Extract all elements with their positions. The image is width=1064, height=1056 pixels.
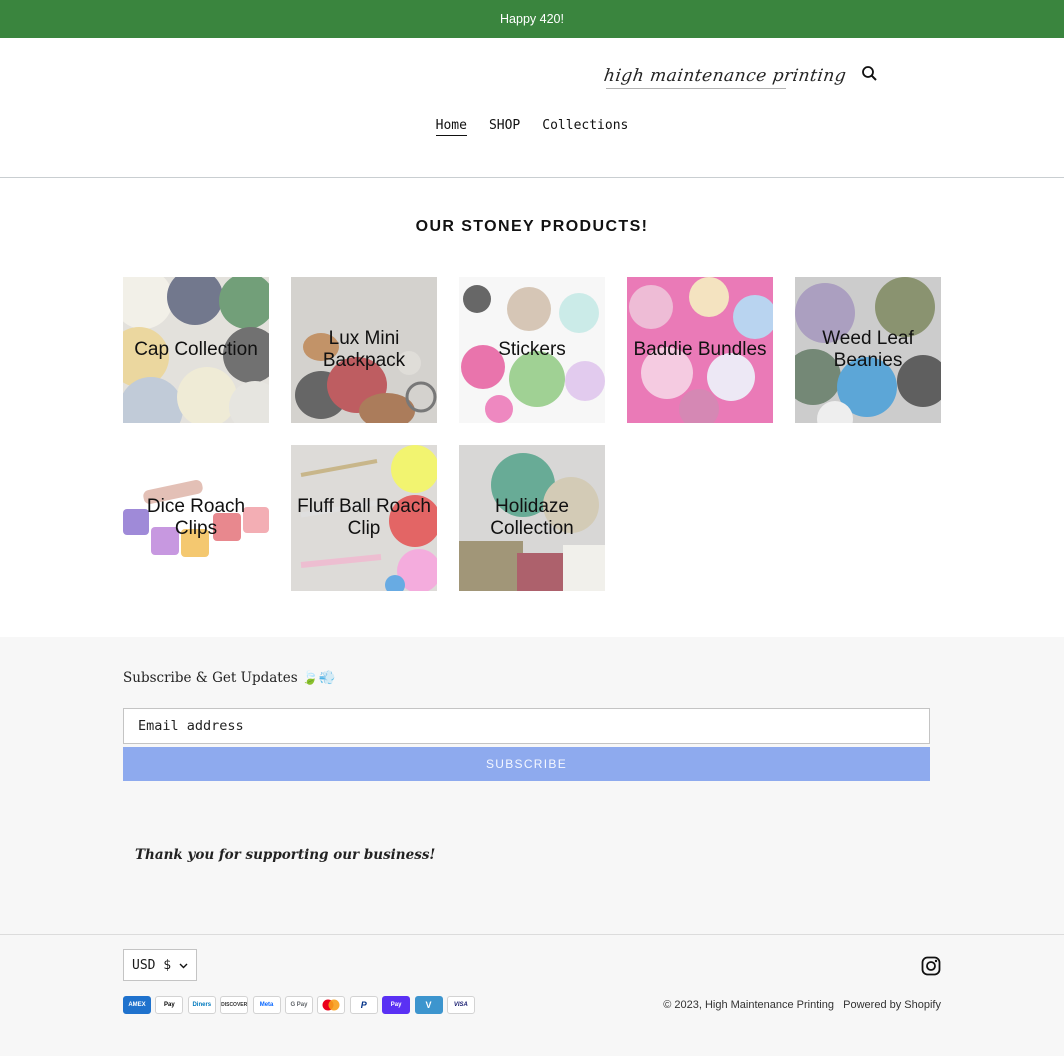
collection-card-backpack[interactable]: Lux Mini Backpack: [291, 277, 437, 423]
diners-club-icon: Diners: [187, 996, 216, 1014]
mastercard-icon: [317, 996, 346, 1014]
store-logo[interactable]: high maintenance printing: [603, 66, 848, 86]
currency-selector[interactable]: USD $: [123, 949, 197, 981]
footer-divider: [0, 934, 1064, 935]
collection-card-stickers[interactable]: Stickers: [459, 277, 605, 423]
shop-pay-icon: Pay: [382, 996, 411, 1014]
copyright-text: © 2023,: [663, 999, 702, 1011]
store-name-link[interactable]: High Maintenance Printing: [705, 999, 834, 1011]
section-title: OUR STONEY PRODUCTS!: [415, 218, 649, 235]
subscribe-button[interactable]: SUBSCRIBE: [123, 747, 930, 781]
collection-label: Fluff Ball Roach Clip: [297, 495, 431, 539]
collection-label: Baddie Bundles: [633, 338, 767, 360]
collection-card-fluff-ball[interactable]: Fluff Ball Roach Clip: [291, 445, 437, 591]
discover-icon: DISCOVER: [220, 996, 249, 1014]
email-field[interactable]: [123, 708, 930, 744]
payment-icons: AMEX Pay Diners DISCOVER Meta G Pay P Pa…: [123, 996, 475, 1014]
collection-label: Lux Mini Backpack: [322, 327, 406, 371]
site-header: high maintenance printing Home SHOP Coll…: [0, 38, 1064, 178]
nav-shop[interactable]: SHOP: [489, 118, 520, 136]
meta-pay-icon: Meta: [252, 996, 281, 1014]
paypal-icon: P: [349, 996, 378, 1014]
collection-label: Weed Leaf Beanies: [822, 327, 914, 371]
search-icon[interactable]: [860, 64, 880, 84]
collection-label: Holidaze Collection: [490, 495, 574, 539]
announcement-bar: Happy 420!: [0, 0, 1064, 38]
venmo-icon: V: [414, 996, 443, 1014]
collection-card-caps[interactable]: Cap Collection: [123, 277, 269, 423]
collection-label: Dice Roach Clips: [146, 495, 246, 539]
announcement-text: Happy 420!: [500, 12, 564, 26]
site-footer: Subscribe & Get Updates 🍃💨 SUBSCRIBE Tha…: [0, 637, 1064, 1056]
logo-flourish: [606, 88, 786, 89]
powered-by-shopify-link[interactable]: Powered by Shopify: [843, 999, 941, 1011]
collection-card-baddie-bundles[interactable]: Baddie Bundles: [627, 277, 773, 423]
thank-you-message: Thank you for supporting our business!: [135, 847, 436, 863]
newsletter-heading: Subscribe & Get Updates 🍃💨: [123, 670, 336, 686]
apple-pay-icon: Pay: [155, 996, 184, 1014]
visa-icon: VISA: [446, 996, 475, 1014]
nav-collections[interactable]: Collections: [542, 118, 628, 136]
amex-icon: AMEX: [123, 996, 151, 1014]
google-pay-icon: G Pay: [284, 996, 313, 1014]
collection-label: Cap Collection: [134, 338, 258, 360]
collection-card-holidaze[interactable]: Holidaze Collection: [459, 445, 605, 591]
nav-home[interactable]: Home: [435, 118, 467, 136]
chevron-down-icon: [179, 958, 188, 973]
collection-card-beanies[interactable]: Weed Leaf Beanies: [795, 277, 941, 423]
collection-card-dice-roach-clips[interactable]: Dice Roach Clips: [123, 445, 269, 591]
copyright: © 2023, High Maintenance Printing Powere…: [663, 999, 941, 1011]
collection-label: Stickers: [498, 338, 566, 360]
currency-value: USD $: [132, 957, 172, 973]
main-nav: Home SHOP Collections: [0, 118, 1064, 136]
instagram-icon[interactable]: [921, 956, 941, 976]
